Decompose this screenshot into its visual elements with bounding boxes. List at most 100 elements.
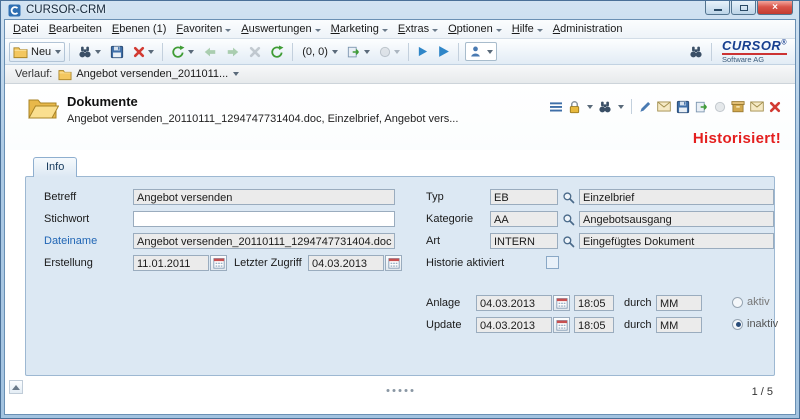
menu-hilfe[interactable]: Hilfe: [507, 21, 548, 38]
menu-marketing[interactable]: Marketing: [326, 21, 393, 38]
menu-label: Favoriten: [176, 23, 222, 35]
save-header-button[interactable]: [676, 100, 690, 114]
edit-button[interactable]: [639, 100, 652, 113]
next-step-button[interactable]: [433, 42, 454, 61]
menu-label: Optionen: [448, 23, 493, 35]
record-state-button[interactable]: [375, 43, 404, 61]
chevron-down-icon: [394, 50, 400, 54]
refresh-button[interactable]: [167, 42, 198, 62]
history-combo[interactable]: Angebot versenden_2011011...: [58, 68, 239, 81]
menu-favoriten[interactable]: Favoriten: [171, 21, 236, 38]
start-workflow-button[interactable]: [413, 43, 432, 60]
export-button[interactable]: [343, 42, 374, 62]
page-title: Dokumente: [67, 94, 138, 109]
menu-ebenen[interactable]: Ebenen (1): [107, 21, 171, 38]
toolbar-separator: [292, 43, 293, 61]
betreff-field: Angebot versenden: [133, 189, 395, 205]
folder-icon: [13, 45, 28, 59]
minimize-button[interactable]: [705, 1, 730, 15]
search-button[interactable]: [74, 42, 105, 62]
lock-button[interactable]: [568, 100, 581, 114]
save-icon: [110, 45, 124, 59]
brand-name: CURSOR®: [722, 39, 787, 55]
chevron-down-icon: [225, 29, 231, 32]
durch-label: durch: [624, 297, 652, 309]
mail-button[interactable]: [750, 101, 764, 112]
inaktiv-radio[interactable]: [732, 319, 743, 330]
delete-button[interactable]: [129, 43, 158, 61]
forward-button[interactable]: [222, 43, 244, 61]
export-header-button[interactable]: [695, 100, 709, 114]
maximize-button[interactable]: [731, 1, 756, 15]
circle-icon: [379, 46, 391, 58]
close-button[interactable]: ×: [757, 1, 793, 15]
content-area: Info Betreff Angebot versenden Typ EB Ei…: [5, 150, 795, 414]
archive-button[interactable]: [731, 100, 745, 113]
scroll-up-button[interactable]: [9, 380, 23, 394]
user-select-combo[interactable]: [465, 42, 497, 61]
art-code-field: INTERN: [490, 233, 558, 249]
maximize-icon: [740, 5, 748, 11]
menu-optionen[interactable]: Optionen: [443, 21, 507, 38]
back-button[interactable]: [199, 43, 221, 61]
brand-logo: CURSOR® Software AG: [722, 39, 787, 64]
calendar-button[interactable]: [553, 295, 570, 311]
play-icon: [417, 46, 428, 57]
delete-header-button[interactable]: [769, 101, 781, 113]
durch-label: durch: [624, 319, 652, 331]
record-position-indicator[interactable]: (0, 0): [297, 43, 342, 61]
art-label: Art: [426, 235, 440, 247]
new-button-label: Neu: [30, 46, 52, 58]
cancel-button[interactable]: [245, 43, 265, 61]
menu-bearbeiten[interactable]: Bearbeiten: [44, 21, 107, 38]
reload-button[interactable]: [266, 42, 288, 62]
tab-info[interactable]: Info: [33, 157, 77, 177]
historie-aktiviert-checkbox[interactable]: [546, 256, 559, 269]
menu-label: Hilfe: [512, 23, 534, 35]
delete-icon: [133, 46, 145, 58]
letter-button[interactable]: [657, 101, 671, 112]
export-icon: [347, 45, 361, 59]
dateiname-link-label[interactable]: Dateiname: [44, 235, 97, 247]
header-actions: [549, 99, 781, 114]
lookup-icon[interactable]: [561, 233, 575, 249]
minimize-icon: [714, 9, 722, 11]
chevron-down-icon: [332, 50, 338, 54]
document-folder-icon: [27, 94, 59, 120]
chevron-down-icon: [315, 29, 321, 32]
window-title: CURSOR-CRM: [26, 4, 106, 16]
splitter-handle[interactable]: [387, 389, 414, 392]
stichwort-input[interactable]: [133, 211, 395, 227]
inaktiv-label: inaktiv: [747, 318, 778, 330]
entity-header: Dokumente Angebot versenden_20110111_129…: [5, 84, 795, 150]
list-view-button[interactable]: [549, 101, 563, 113]
menu-datei[interactable]: Datei: [8, 21, 44, 38]
letzter-zugriff-date-field: 04.03.2013: [308, 255, 384, 271]
chevron-down-icon: [188, 50, 194, 54]
search-header-button[interactable]: [598, 100, 612, 114]
anlage-label: Anlage: [426, 297, 460, 309]
menu-label: Ebenen (1): [112, 23, 166, 35]
history-value: Angebot versenden_2011011...: [76, 68, 228, 80]
menu-auswertungen[interactable]: Auswertungen: [236, 21, 325, 38]
aktiv-radio[interactable]: [732, 297, 743, 308]
menu-administration[interactable]: Administration: [548, 21, 628, 38]
record-position-label: (0, 0): [301, 46, 329, 58]
menu-extras[interactable]: Extras: [393, 21, 443, 38]
info-panel: Betreff Angebot versenden Typ EB Einzelb…: [25, 176, 775, 376]
app-window: CURSOR-CRM × Datei Bearbeiten Ebenen (1)…: [0, 0, 800, 419]
save-button[interactable]: [106, 42, 128, 62]
new-button[interactable]: Neu: [9, 42, 65, 62]
toolbar-separator: [408, 43, 409, 61]
lookup-icon[interactable]: [561, 189, 575, 205]
calendar-button[interactable]: [553, 317, 570, 333]
app-frame: Datei Bearbeiten Ebenen (1) Favoriten Au…: [4, 19, 796, 415]
toolbar-separator: [711, 43, 712, 61]
update-date-field: 04.03.2013: [476, 317, 552, 333]
calendar-button[interactable]: [210, 255, 227, 271]
update-label: Update: [426, 319, 461, 331]
find-button[interactable]: [685, 42, 707, 62]
chevron-down-icon: [432, 29, 438, 32]
lookup-icon[interactable]: [561, 211, 575, 227]
calendar-button[interactable]: [385, 255, 402, 271]
